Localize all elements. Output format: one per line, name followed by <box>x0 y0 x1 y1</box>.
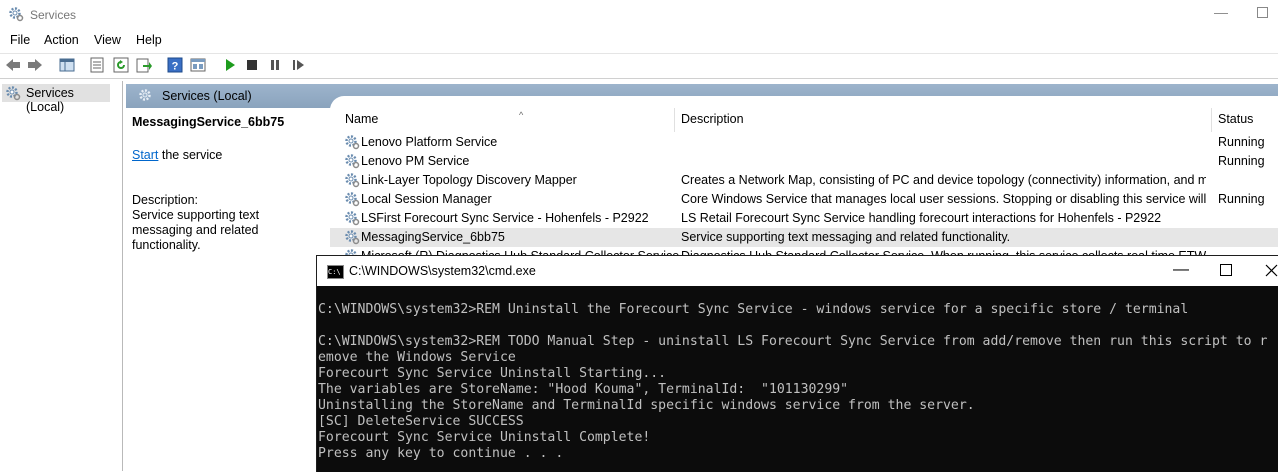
service-gear-icon <box>344 134 360 150</box>
service-description: Creates a Network Map, consisting of PC … <box>681 173 1206 187</box>
cmd-console-output[interactable]: C:\WINDOWS\system32>REM Uninstall the Fo… <box>318 286 1278 472</box>
close-icon <box>1265 264 1277 277</box>
service-name: LSFirst Forecourt Sync Service - Hohenfe… <box>361 211 649 225</box>
view-icon[interactable] <box>190 57 206 73</box>
table-row[interactable]: Lenovo Platform Service Running <box>330 133 1278 152</box>
table-row[interactable]: Lenovo PM Service Running <box>330 152 1278 171</box>
tree-item-label: Services (Local) <box>26 86 74 114</box>
title-bar: Services — <box>0 0 1278 30</box>
start-line: Start the service <box>132 148 222 162</box>
start-service-link[interactable]: Start <box>132 148 158 162</box>
minimize-button[interactable]: — <box>1213 4 1229 22</box>
maximize-icon <box>1220 264 1232 276</box>
forward-icon[interactable] <box>27 57 43 73</box>
console-line: The variables are StoreName: "Hood Kouma… <box>318 382 849 397</box>
console-tree: Services (Local) <box>0 81 123 471</box>
service-status: Running <box>1218 154 1265 168</box>
table-row[interactable]: Local Session Manager Core Windows Servic… <box>330 190 1278 209</box>
menu-file[interactable]: File <box>10 33 30 47</box>
service-description: Core Windows Service that manages local … <box>681 192 1206 206</box>
console-line: C:\WINDOWS\system32>REM Uninstall the Fo… <box>318 302 1189 317</box>
description-label: Description: <box>132 193 198 207</box>
service-gear-icon <box>344 153 360 169</box>
service-description: Service supporting text messaging and re… <box>681 230 1011 244</box>
table-row[interactable]: Link-Layer Topology Discovery Mapper Crea… <box>330 171 1278 190</box>
console-line: Press any key to continue . . . <box>318 446 564 461</box>
service-name: Lenovo PM Service <box>361 154 470 168</box>
console-line: [SC] DeleteService SUCCESS <box>318 414 524 429</box>
service-status: Running <box>1218 135 1265 149</box>
toolbar: ? <box>0 53 1278 79</box>
console-line: emove the Windows Service <box>318 350 516 365</box>
cmd-close-button[interactable] <box>1261 261 1278 281</box>
column-header-description[interactable]: Description <box>681 112 744 130</box>
pause-service-icon[interactable] <box>267 57 283 73</box>
gear-icon <box>9 7 24 22</box>
console-line: Forecourt Sync Service Uninstall Complet… <box>318 430 651 445</box>
service-name: Lenovo Platform Service <box>361 135 498 149</box>
cmd-minimize-button[interactable]: — <box>1171 261 1191 281</box>
refresh-icon[interactable] <box>113 57 129 73</box>
service-gear-icon <box>344 229 360 245</box>
description-text: Service supporting text messaging and re… <box>132 208 260 252</box>
menu-bar: File Action View Help <box>0 30 1278 51</box>
stop-service-icon[interactable] <box>244 57 260 73</box>
window-title: Services <box>30 8 77 22</box>
cmd-window-title: C:\WINDOWS\system32\cmd.exe <box>349 264 536 278</box>
start-suffix: the service <box>158 148 223 162</box>
service-name: Link-Layer Topology Discovery Mapper <box>361 173 577 187</box>
table-row[interactable]: MessagingService_6bb75 Service supporting… <box>330 228 1278 247</box>
back-icon[interactable] <box>5 57 21 73</box>
gear-icon <box>6 86 21 101</box>
service-gear-icon <box>344 172 360 188</box>
cmd-maximize-button[interactable] <box>1216 261 1236 281</box>
console-icon: C:\ <box>327 265 344 279</box>
service-gear-icon <box>344 210 360 226</box>
selected-service-name: MessagingService_6bb75 <box>132 115 285 129</box>
start-service-icon[interactable] <box>222 57 238 73</box>
service-name: Local Session Manager <box>361 192 492 206</box>
svg-text:?: ? <box>172 61 179 73</box>
properties-icon[interactable] <box>89 57 105 73</box>
cmd-window: C:\ C:\WINDOWS\system32\cmd.exe — C:\WIN… <box>316 255 1278 472</box>
console-tree-icon[interactable] <box>59 57 75 73</box>
tree-item-services-local[interactable]: Services (Local) <box>2 84 110 114</box>
content-header-title: Services (Local) <box>162 89 252 103</box>
menu-view[interactable]: View <box>94 33 121 47</box>
sort-ascending-icon: ^ <box>519 110 524 120</box>
column-header-name[interactable]: Name ^ <box>345 110 523 130</box>
maximize-button[interactable] <box>1257 7 1268 18</box>
service-name: MessagingService_6bb75 <box>361 230 505 244</box>
console-line: Forecourt Sync Service Uninstall Startin… <box>318 366 667 381</box>
gear-icon <box>139 89 151 101</box>
column-header-status[interactable]: Status <box>1218 112 1253 130</box>
content-header: Services (Local) <box>126 84 1278 110</box>
export-icon[interactable] <box>136 57 152 73</box>
console-line: C:\WINDOWS\system32>REM TODO Manual Step… <box>318 334 1268 349</box>
menu-action[interactable]: Action <box>44 33 79 47</box>
table-row[interactable]: LSFirst Forecourt Sync Service - Hohenfe… <box>330 209 1278 228</box>
service-status: Running <box>1218 192 1265 206</box>
restart-service-icon[interactable] <box>290 57 306 73</box>
service-description: LS Retail Forecourt Sync Service handlin… <box>681 211 1162 225</box>
menu-help[interactable]: Help <box>136 33 162 47</box>
console-line: Uninstalling the StoreName and TerminalI… <box>318 398 975 413</box>
help-icon[interactable]: ? <box>167 57 183 73</box>
service-gear-icon <box>344 191 360 207</box>
cmd-title-bar: C:\ C:\WINDOWS\system32\cmd.exe — <box>317 256 1278 286</box>
detail-pane: MessagingService_6bb75 Start the service… <box>126 108 326 471</box>
